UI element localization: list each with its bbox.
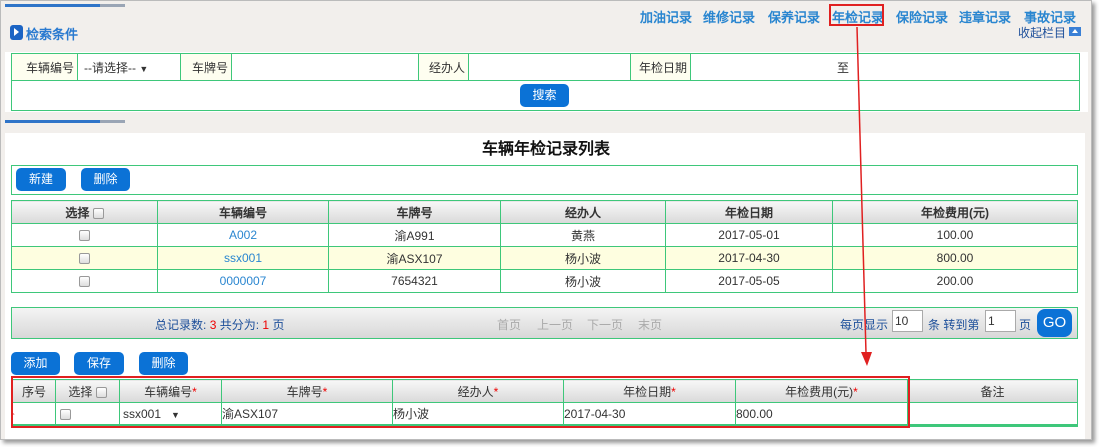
arrow-line [856,26,867,354]
arrow-head-icon [861,352,872,366]
annotation-arrow [856,26,872,366]
